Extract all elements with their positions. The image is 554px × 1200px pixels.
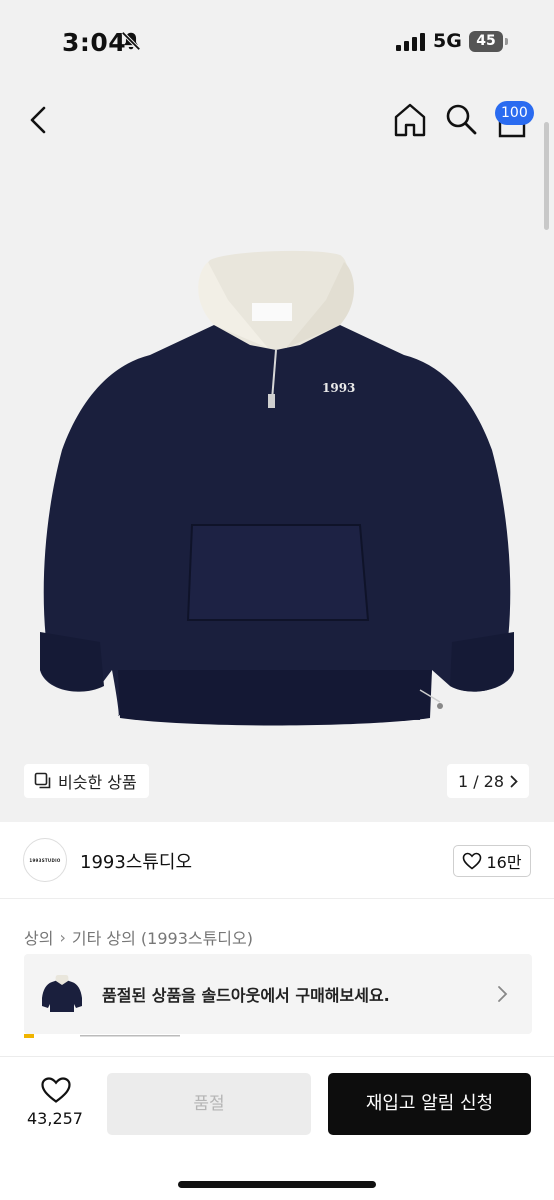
breadcrumb-category[interactable]: 상의: [24, 925, 53, 949]
copy-icon: [34, 772, 51, 789]
network-type: 5G: [433, 30, 462, 52]
similar-products-button[interactable]: 비슷한 상품: [24, 764, 149, 798]
bell-muted-icon: [121, 31, 141, 51]
seller-name[interactable]: 1993스튜디오: [80, 848, 192, 874]
breadcrumb: 상의 › 기타 상의 (1993스튜디오): [24, 925, 253, 949]
like-count: 16만: [486, 853, 522, 872]
chevron-right-icon: [510, 775, 518, 787]
home-indicator[interactable]: [178, 1181, 376, 1188]
chevron-right-icon: [498, 986, 508, 1002]
cart-count-badge: 100: [495, 101, 534, 125]
image-counter[interactable]: 1 / 28: [447, 764, 529, 798]
status-bar: 3:04 5G 45: [0, 0, 554, 84]
signal-icon: [396, 33, 425, 51]
seller-avatar[interactable]: 1993STUDIO: [23, 838, 67, 882]
soldout-button: 품절: [107, 1073, 311, 1135]
similar-products-label: 비슷한 상품: [58, 773, 137, 792]
breadcrumb-separator-icon: ›: [59, 927, 66, 947]
battery-indicator: 45: [469, 31, 503, 52]
product-image: 1993: [40, 250, 514, 726]
wishlist-count: 43,257: [27, 1109, 83, 1128]
seller-logo-text: 1993STUDIO: [29, 857, 61, 863]
svg-text:1993: 1993: [322, 381, 355, 395]
status-time: 3:04: [62, 28, 127, 57]
restock-alert-button[interactable]: 재입고 알림 신청: [328, 1073, 531, 1135]
partial-content-strip: [24, 1034, 180, 1038]
soldout-product-thumbnail: [42, 975, 82, 1012]
soldout-banner[interactable]: 품절된 상품을 솔드아웃에서 구매해보세요.: [24, 954, 532, 1034]
divider: [0, 898, 554, 899]
battery-cap: [505, 38, 508, 45]
back-icon[interactable]: [22, 100, 56, 140]
search-icon[interactable]: [444, 102, 478, 136]
soldout-banner-text: 품절된 상품을 솔드아웃에서 구매해보세요.: [102, 986, 390, 1005]
like-button[interactable]: 16만: [453, 845, 531, 877]
scrollbar[interactable]: [544, 122, 549, 230]
breadcrumb-subcategory[interactable]: 기타 상의 (1993스튜디오): [72, 925, 253, 949]
image-counter-text: 1 / 28: [457, 771, 505, 791]
wishlist-heart-icon[interactable]: [40, 1076, 72, 1104]
heart-icon: [463, 852, 482, 870]
home-icon[interactable]: [392, 101, 428, 139]
